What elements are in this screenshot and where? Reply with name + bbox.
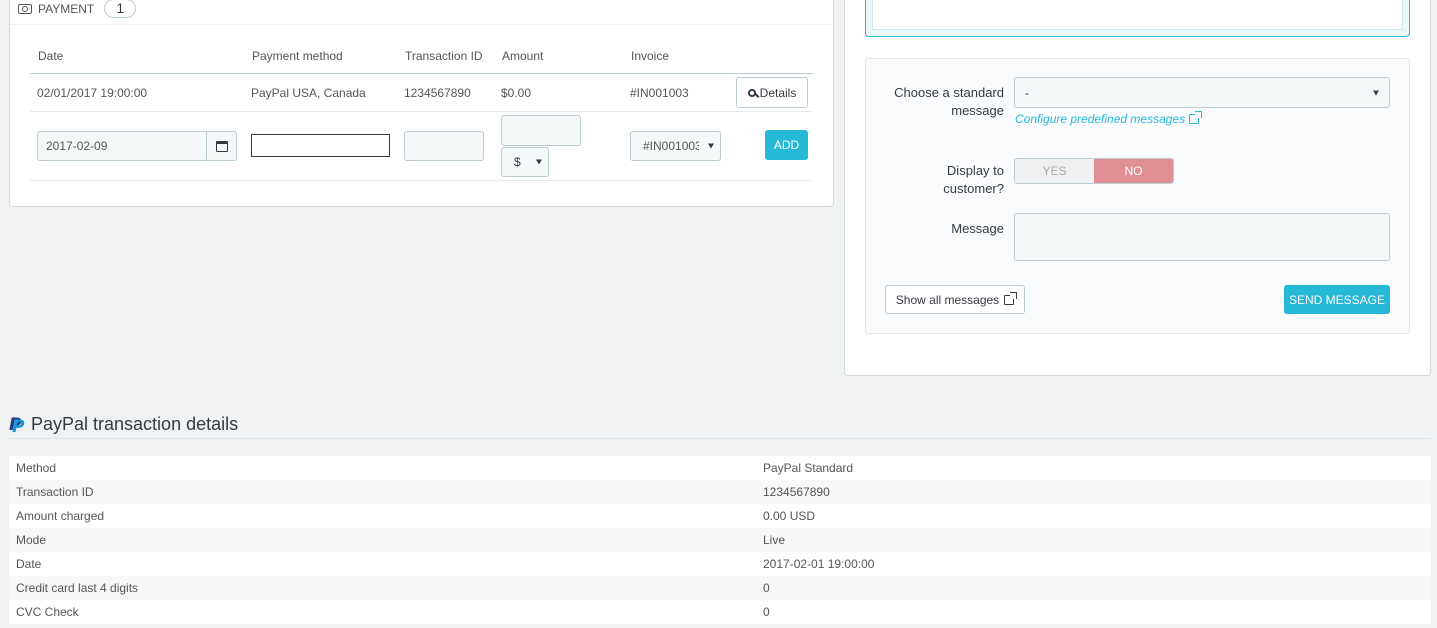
details-label: Details: [759, 85, 797, 100]
table-header-divider: [30, 73, 813, 74]
paypal-logo-icon: PP: [9, 414, 25, 437]
chevron-down-icon: [536, 159, 542, 165]
payment-row-method: PayPal USA, Canada: [251, 86, 366, 100]
amount-input[interactable]: [501, 115, 581, 146]
detail-key: Mode: [16, 533, 47, 547]
payment-row-amount: $0.00: [501, 86, 532, 100]
configure-messages-link[interactable]: Configure predefined messages: [1015, 111, 1203, 126]
payment-header-divider: [10, 24, 832, 25]
message-label: Message: [951, 221, 1004, 236]
message-textarea[interactable]: [1014, 213, 1390, 261]
show-all-messages-label: Show all messages: [895, 292, 1000, 307]
configure-messages-label: Configure predefined messages: [1015, 112, 1186, 126]
payment-panel: [9, 0, 834, 207]
toggle-no[interactable]: NO: [1094, 159, 1173, 183]
table-row: CVC Check 0: [9, 600, 1431, 624]
message-preview-area: [872, 0, 1403, 30]
payment-method-input[interactable]: [251, 134, 390, 157]
paypal-details-table: Method PayPal Standard Transaction ID 12…: [9, 456, 1431, 624]
toggle-yes[interactable]: YES: [1015, 159, 1094, 183]
col-amount: Amount: [502, 49, 544, 63]
detail-value: 0.00 USD: [763, 509, 816, 523]
external-link-icon: [1189, 111, 1203, 124]
payment-row-transaction: 1234567890: [404, 86, 471, 100]
payment-row-invoice: #IN001003: [630, 86, 689, 100]
search-icon: [747, 88, 756, 97]
currency-value: $: [514, 155, 521, 169]
invoice-select-value: #IN001003: [643, 139, 699, 153]
col-payment-method: Payment method: [252, 49, 343, 63]
add-payment-button[interactable]: ADD: [765, 130, 808, 160]
detail-value: 0: [763, 605, 770, 619]
standard-message-label: Choose a standard message: [894, 85, 1004, 118]
paypal-title-text: PayPal transaction details: [31, 414, 239, 434]
form-row-divider: [30, 180, 813, 181]
currency-select[interactable]: $: [501, 147, 549, 177]
row-divider: [30, 111, 813, 112]
payment-date-input[interactable]: 2017-02-09: [37, 131, 207, 161]
send-message-button[interactable]: SEND MESSAGE: [1284, 285, 1390, 314]
detail-key: Transaction ID: [16, 485, 94, 499]
table-row: Transaction ID 1234567890: [9, 480, 1431, 504]
payment-header: Payment 1: [18, 0, 137, 18]
detail-value: Live: [763, 533, 786, 547]
external-link-icon: [1004, 291, 1018, 305]
table-row: Date 2017-02-01 19:00:00: [9, 552, 1431, 576]
col-date: Date: [38, 49, 64, 63]
calendar-button[interactable]: [206, 131, 237, 161]
chevron-down-icon: [708, 143, 714, 149]
detail-key: Credit card last 4 digits: [16, 581, 139, 595]
payment-count-badge: 1: [104, 0, 137, 18]
paypal-section-title: PP PayPal transaction details: [9, 414, 239, 437]
standard-message-select[interactable]: -: [1014, 77, 1390, 108]
show-all-messages-button[interactable]: Show all messages: [885, 285, 1025, 314]
table-row: Method PayPal Standard: [9, 456, 1431, 480]
details-button[interactable]: Details: [736, 77, 808, 108]
table-row: Credit card last 4 digits 0: [9, 576, 1431, 600]
money-icon: [18, 3, 32, 14]
detail-value: PayPal Standard: [763, 461, 854, 475]
calendar-icon: [215, 140, 228, 152]
display-to-customer-toggle[interactable]: YES NO: [1014, 158, 1174, 184]
detail-value: 2017-02-01 19:00:00: [763, 557, 875, 571]
transaction-id-input[interactable]: [404, 131, 484, 161]
display-to-customer-label: Display to customer?: [943, 163, 1004, 196]
col-invoice: Invoice: [631, 49, 670, 63]
invoice-select[interactable]: #IN001003: [630, 131, 721, 161]
payment-title: Payment: [38, 1, 95, 16]
col-transaction-id: Transaction ID: [405, 49, 483, 63]
detail-key: Date: [16, 557, 42, 571]
standard-message-value: -: [1025, 85, 1029, 100]
detail-value: 0: [763, 581, 770, 595]
chevron-down-icon: [1373, 90, 1379, 95]
table-row: Amount charged 0.00 USD: [9, 504, 1431, 528]
paypal-title-divider: [9, 438, 1431, 439]
payment-row-date: 02/01/2017 19:00:00: [37, 86, 148, 100]
detail-value: 1234567890: [763, 485, 830, 499]
table-row: Mode Live: [9, 528, 1431, 552]
detail-key: CVC Check: [16, 605, 79, 619]
detail-key: Amount charged: [16, 509, 105, 523]
detail-key: Method: [16, 461, 57, 475]
